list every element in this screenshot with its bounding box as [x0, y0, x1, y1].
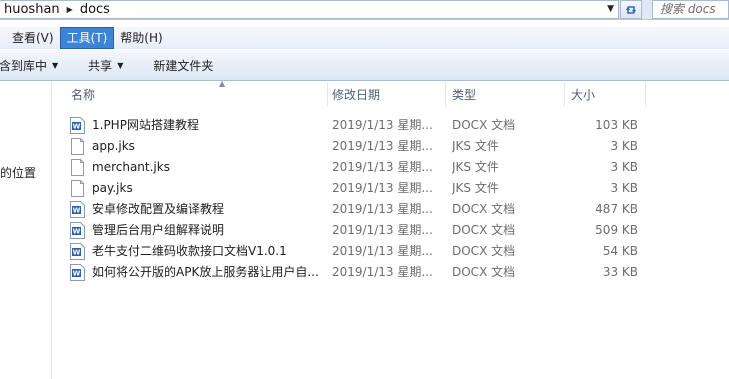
svg-text:W: W — [73, 228, 81, 236]
file-name: merchant.jks — [92, 160, 170, 174]
share-label: 共享 — [88, 58, 113, 73]
menu-tools[interactable]: 工具(T) — [59, 27, 115, 49]
file-name: 安卓修改配置及编译教程 — [92, 202, 225, 216]
file-type: JKS 文件 — [452, 139, 499, 153]
column-header-size[interactable]: 大小 — [565, 83, 646, 107]
navigation-pane[interactable]: 的位置 — [0, 81, 52, 379]
file-row[interactable]: W 如何将公开版的APK放上服务器让用户自... 2019/1/13 星期... DO… — [53, 262, 729, 283]
chevron-down-icon: ▼ — [117, 60, 124, 70]
file-type: DOCX 文档 — [452, 118, 516, 132]
refresh-button[interactable] — [620, 0, 642, 19]
file-row[interactable]: W 老牛支付二维码收款接口文档V1.0.1 2019/1/13 星期... DOCX … — [53, 241, 729, 262]
file-date: 2019/1/13 星期... — [332, 139, 433, 153]
file-row[interactable]: app.jks 2019/1/13 星期... JKS 文件 3 KB — [53, 136, 729, 157]
file-name: pay.jks — [92, 181, 133, 195]
file-name: 如何将公开版的APK放上服务器让用户自... — [92, 265, 319, 279]
search-input[interactable]: 搜索 docs — [652, 0, 729, 19]
file-row[interactable]: pay.jks 2019/1/13 星期... JKS 文件 3 KB — [53, 178, 729, 199]
word-doc-icon: W — [70, 201, 85, 218]
word-doc-icon: W — [70, 264, 85, 281]
address-bar[interactable]: huoshan ▶ docs ▼ — [0, 0, 619, 19]
file-row[interactable]: W 安卓修改配置及编译教程 2019/1/13 星期... DOCX 文档 487 KB — [53, 199, 729, 220]
blank-file-icon — [70, 180, 85, 197]
chevron-down-icon: ▼ — [52, 60, 59, 70]
file-size: 3 KB — [610, 160, 638, 174]
file-name: 1.PHP网站搭建教程 — [92, 118, 199, 132]
word-doc-icon: W — [70, 243, 85, 260]
file-type: JKS 文件 — [452, 181, 499, 195]
file-size: 3 KB — [610, 139, 638, 153]
column-header-date[interactable]: 修改日期 — [328, 83, 446, 107]
file-date: 2019/1/13 星期... — [332, 265, 433, 279]
file-date: 2019/1/13 星期... — [332, 223, 433, 237]
file-date: 2019/1/13 星期... — [332, 160, 433, 174]
breadcrumb-separator-icon[interactable]: ▶ — [67, 5, 73, 14]
file-row[interactable]: W 管理后台用户组解释说明 2019/1/13 星期... DOCX 文档 509 KB — [53, 220, 729, 241]
file-date: 2019/1/13 星期... — [332, 118, 433, 132]
file-type: DOCX 文档 — [452, 265, 516, 279]
nav-item-locations[interactable]: 的位置 — [0, 164, 36, 181]
new-folder-label: 新建文件夹 — [153, 58, 214, 73]
file-type: DOCX 文档 — [452, 202, 516, 216]
file-type: DOCX 文档 — [452, 223, 516, 237]
word-doc-icon: W — [70, 222, 85, 239]
refresh-icon — [626, 5, 636, 14]
address-bar-row: huoshan ▶ docs ▼ 搜索 docs — [0, 0, 729, 20]
blank-file-icon — [70, 159, 85, 176]
column-header-size-label: 大小 — [571, 88, 596, 102]
menu-bar: 查看(V) 工具(T) 帮助(H) — [0, 27, 729, 49]
file-size: 103 KB — [595, 118, 638, 132]
word-doc-icon: W — [70, 117, 85, 134]
file-size: 3 KB — [610, 181, 638, 195]
menu-view[interactable]: 查看(V) — [6, 27, 60, 49]
include-in-library-button[interactable]: 含到库中 ▼ — [0, 57, 58, 74]
file-row[interactable]: W 1.PHP网站搭建教程 2019/1/13 星期... DOCX 文档 103 KB — [53, 115, 729, 136]
share-button[interactable]: 共享 ▼ — [88, 57, 123, 74]
breadcrumb-huoshan[interactable]: huoshan — [0, 2, 60, 17]
column-header-name-label: 名称 — [71, 88, 96, 102]
column-headers: 名称 ▲ 修改日期 类型 大小 — [53, 79, 729, 107]
column-header-date-label: 修改日期 — [332, 88, 381, 102]
file-size: 509 KB — [595, 223, 638, 237]
file-date: 2019/1/13 星期... — [332, 181, 433, 195]
file-row[interactable]: merchant.jks 2019/1/13 星期... JKS 文件 3 KB — [53, 157, 729, 178]
file-date: 2019/1/13 星期... — [332, 244, 433, 258]
file-type: DOCX 文档 — [452, 244, 516, 258]
command-toolbar: 含到库中 ▼ 共享 ▼ 新建文件夹 — [0, 50, 729, 81]
breadcrumb-docs[interactable]: docs — [80, 2, 110, 17]
file-name: app.jks — [92, 139, 135, 153]
blank-file-icon — [70, 138, 85, 155]
file-size: 54 KB — [602, 244, 638, 258]
new-folder-button[interactable]: 新建文件夹 — [153, 57, 213, 74]
file-name: 老牛支付二维码收款接口文档V1.0.1 — [92, 244, 287, 258]
menu-help[interactable]: 帮助(H) — [114, 27, 168, 49]
file-date: 2019/1/13 星期... — [332, 202, 433, 216]
svg-text:W: W — [73, 249, 81, 257]
file-size: 487 KB — [595, 202, 638, 216]
column-header-type[interactable]: 类型 — [446, 83, 565, 107]
address-history-dropdown-icon[interactable]: ▼ — [607, 4, 614, 14]
file-type: JKS 文件 — [452, 160, 499, 174]
file-size: 33 KB — [602, 265, 638, 279]
column-header-name[interactable]: 名称 — [53, 83, 328, 107]
column-header-type-label: 类型 — [452, 88, 477, 102]
sort-ascending-icon: ▲ — [219, 79, 226, 88]
svg-text:W: W — [73, 123, 81, 131]
svg-text:W: W — [73, 207, 81, 215]
file-name: 管理后台用户组解释说明 — [92, 223, 225, 237]
svg-text:W: W — [73, 270, 81, 278]
include-in-library-label: 含到库中 — [0, 58, 48, 73]
